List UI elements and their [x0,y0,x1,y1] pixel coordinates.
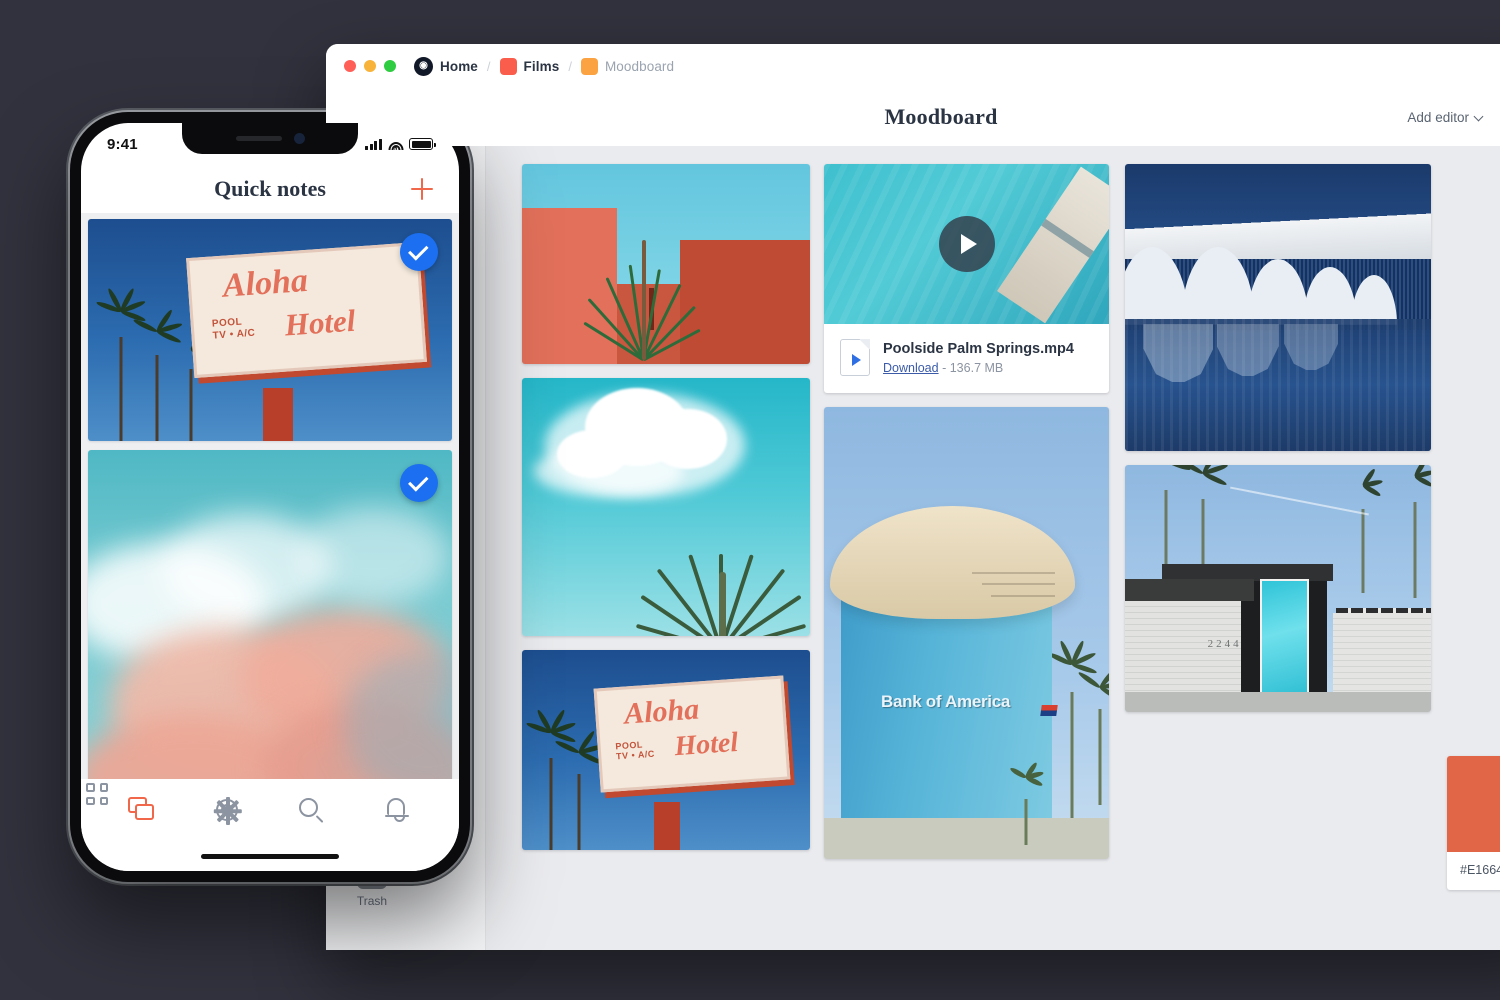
search-icon [299,798,319,817]
palm-cloud-photo [522,378,810,636]
aloha-sign-board: Aloha Hotel POOL TV • A/C [593,675,791,793]
aloha-hotel-sign-photo: Aloha Hotel POOL TV • A/C [522,650,810,850]
check-circle-icon[interactable] [400,464,438,502]
tab-cards[interactable] [126,795,160,827]
sign-line-2: Hotel [283,302,357,343]
yucca-plant [583,210,701,362]
breadcrumb-label-moodboard: Moodboard [604,58,675,74]
breadcrumb: ◉ Home / Films / Moodboard [414,56,675,76]
window-titlebar: ◉ Home / Films / Moodboard [326,44,1500,88]
plus-icon[interactable] [411,178,433,200]
card-midcentury-house[interactable]: 2244 [1125,465,1431,712]
card-coral-swatch[interactable]: #E16647 [1447,756,1500,890]
wifi-icon [388,139,403,150]
board-column-3: 2244 [1125,164,1431,726]
bank-of-america-photo: Bank of America [824,407,1109,859]
card-palm-cloud[interactable] [522,378,810,636]
breadcrumb-item-moodboard[interactable]: Moodboard [580,57,675,75]
phone-header: Quick notes [81,165,459,213]
desktop-window: ◉ Home / Films / Moodboard Moodboard Add… [326,44,1500,950]
battery-full-icon [409,138,436,150]
breadcrumb-item-home[interactable]: ◉ Home [414,56,478,76]
card-coral-architecture[interactable] [522,164,810,364]
tab-search[interactable] [295,795,329,827]
status-indicators [365,138,436,150]
zoom-button[interactable] [384,60,396,72]
card-bank-of-america[interactable]: Bank of America [824,407,1109,859]
add-editor-label: Add editor [1407,109,1469,125]
video-file-meta: Download - 136.7 MB [883,361,1074,375]
add-editor-button[interactable]: Add editor [1407,110,1484,125]
note-card-pink-cloud[interactable] [88,450,452,779]
midcentury-house-photo: 2244 [1125,465,1431,712]
download-link[interactable]: Download [883,361,939,375]
notes-list[interactable]: Aloha Hotel POOL TV • A/C [81,213,459,779]
video-file-icon [840,339,870,376]
folder-square-icon [580,57,598,75]
sign-line-1: Aloha [221,262,309,306]
poolside-video-thumbnail[interactable] [824,164,1109,324]
minimize-button[interactable] [364,60,376,72]
breadcrumb-separator: / [486,58,491,74]
check-circle-icon[interactable] [400,233,438,271]
sign-detail: POOL TV • A/C [614,739,656,762]
turquoise-door [1259,578,1309,698]
tab-settings[interactable] [211,795,245,827]
play-button[interactable] [938,216,995,272]
video-file-name: Poolside Palm Springs.mp4 [883,340,1074,357]
sign-line-1: Aloha [622,692,701,731]
breadcrumb-label-films: Films [523,58,560,74]
palm-tree [614,465,810,636]
home-indicator [201,854,339,859]
boa-flag-icon [1039,705,1058,717]
video-file-info: Poolside Palm Springs.mp4 Download - 136… [824,324,1109,393]
meta-separator: - [942,361,947,376]
sidebar-item-label: Trash [356,894,388,908]
chevron-down-icon [1475,113,1484,122]
coral-swatch-label: #E16647 [1460,863,1500,877]
board-canvas: Trash Aloha Hotel POOL TV • A/C Poolside… [326,146,1500,950]
video-file-size: 136.7 MB [949,361,1004,376]
masonry-board: Aloha Hotel POOL TV • A/C Poolside Palm … [492,146,1500,950]
note-card-aloha[interactable]: Aloha Hotel POOL TV • A/C [88,219,452,441]
breadcrumb-separator-2: / [568,58,572,74]
document-toolbar: Moodboard Add editor Pub [326,88,1500,146]
coral-swatch-fill [1447,756,1500,852]
page-title: Moodboard [884,104,998,129]
coral-architecture-photo [522,164,810,364]
screenshot-stage: ◉ Home / Films / Moodboard Moodboard Add… [0,0,1500,1000]
sign-line-2: Hotel [673,726,740,763]
close-button[interactable] [344,60,356,72]
folder-square-icon [499,57,517,75]
modernist-palace-photo [1125,164,1431,451]
phone-mockup: 9:41 Quick notes Aloha Hotel POOL TV • A… [70,112,470,882]
house-address-number: 2244 [1207,637,1242,650]
play-icon [960,234,977,254]
card-modernist-palace[interactable] [1125,164,1431,451]
tab-apps[interactable] [86,783,108,805]
phone-screen: 9:41 Quick notes Aloha Hotel POOL TV • A… [81,123,459,871]
phone-page-title: Quick notes [214,176,326,201]
sign-detail: POOL TV • A/C [211,316,256,342]
bell-icon [384,798,409,822]
status-time: 9:41 [107,135,138,153]
note-pink-cloud-photo [88,450,452,779]
phone-status-bar: 9:41 [81,123,459,165]
board-column-4: #E16647 [1447,756,1500,904]
card-aloha-hotel[interactable]: Aloha Hotel POOL TV • A/C [522,650,810,850]
app-logo-icon: ◉ [414,56,433,76]
breadcrumb-item-films[interactable]: Films [499,57,560,75]
card-poolside-video[interactable]: Poolside Palm Springs.mp4 Download - 136… [824,164,1109,393]
aloha-sign-board: Aloha Hotel POOL TV • A/C [186,242,427,378]
board-column-2: Poolside Palm Springs.mp4 Download - 136… [824,164,1109,873]
tab-notifications[interactable] [380,795,414,827]
traffic-lights [344,60,396,72]
boa-sign-text: Bank of America [881,691,1011,711]
cellular-bars-icon [365,138,382,150]
toolbar-actions: Add editor Pub [1407,110,1500,125]
note-aloha-photo: Aloha Hotel POOL TV • A/C [88,219,452,441]
board-column-1: Aloha Hotel POOL TV • A/C [522,164,810,864]
breadcrumb-label-home: Home [440,58,478,74]
